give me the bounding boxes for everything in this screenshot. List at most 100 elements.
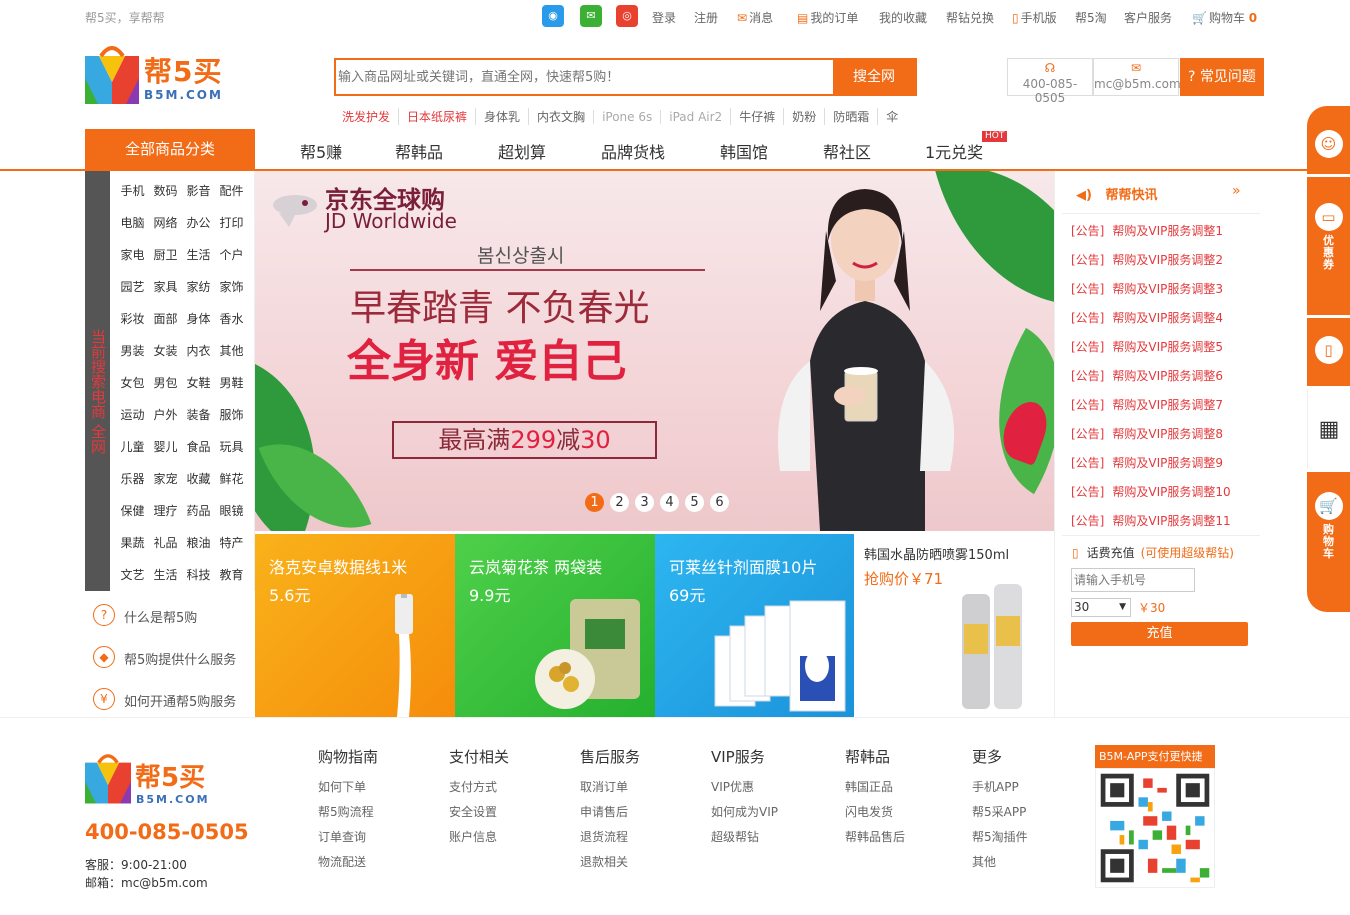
hero-banner[interactable]: 京东全球购 JD Worldwide 봄신상출시 早春踏青 不负春光 全身新 爱…	[255, 171, 1054, 531]
hot-word[interactable]: 伞	[877, 108, 906, 125]
register-link[interactable]: 注册	[694, 9, 718, 26]
category-link[interactable]: 内衣	[182, 342, 215, 359]
footer-link[interactable]: 订单查询	[318, 825, 438, 850]
customer-service-link[interactable]: 客户服务	[1124, 9, 1172, 26]
footer-link[interactable]: 帮5淘插件	[972, 825, 1092, 850]
news-item[interactable]: [公告] 帮购及VIP服务调整1	[1071, 222, 1223, 239]
site-logo[interactable]	[85, 44, 139, 104]
category-link[interactable]: 礼品	[149, 534, 182, 551]
footer-link[interactable]: 帮韩品售后	[845, 825, 965, 850]
product-tile[interactable]: 韩国水晶防晒喷雾150ml 抢购价￥71	[854, 534, 1054, 717]
category-link[interactable]: 男包	[149, 374, 182, 391]
wechat-icon[interactable]: ✉	[580, 5, 602, 27]
footer-link[interactable]: 手机APP	[972, 775, 1092, 800]
category-link[interactable]: 家纺	[182, 278, 215, 295]
category-link[interactable]: 香水	[215, 310, 248, 327]
category-link[interactable]: 办公	[182, 214, 215, 231]
email-contact[interactable]: ✉ mc@b5m.com	[1093, 58, 1181, 96]
favorites-link[interactable]: 我的收藏	[879, 9, 927, 26]
category-link[interactable]: 手机	[116, 182, 149, 199]
category-link[interactable]: 保健	[116, 502, 149, 519]
category-link[interactable]: 生活	[182, 246, 215, 263]
nav-item-community[interactable]: 帮社区	[823, 139, 871, 163]
category-link[interactable]: 园艺	[116, 278, 149, 295]
category-link[interactable]: 眼镜	[215, 502, 248, 519]
side-mobile-button[interactable]: ▯	[1307, 318, 1350, 386]
news-item[interactable]: [公告] 帮购及VIP服务调整4	[1071, 309, 1223, 326]
banner-page-dot[interactable]: 1	[585, 493, 604, 512]
news-item[interactable]: [公告] 帮购及VIP服务调整6	[1071, 367, 1223, 384]
category-link[interactable]: 网络	[149, 214, 182, 231]
category-link[interactable]: 果蔬	[116, 534, 149, 551]
recharge-button[interactable]: 充值	[1071, 622, 1248, 646]
category-link[interactable]: 女鞋	[182, 374, 215, 391]
category-link[interactable]: 特产	[215, 534, 248, 551]
footer-link[interactable]: 账户信息	[449, 825, 569, 850]
faq-button[interactable]: ? 常见问题	[1180, 58, 1264, 96]
category-link[interactable]: 厨卫	[149, 246, 182, 263]
footer-link[interactable]: 如何下单	[318, 775, 438, 800]
news-item[interactable]: [公告] 帮购及VIP服务调整9	[1071, 454, 1223, 471]
cart-link[interactable]: 🛒 购物车 0	[1192, 9, 1257, 26]
category-link[interactable]: 科技	[182, 566, 215, 583]
qq-icon[interactable]: ◉	[542, 5, 564, 27]
category-link[interactable]: 食品	[182, 438, 215, 455]
hot-word[interactable]: 奶粉	[783, 108, 824, 125]
footer-link[interactable]: 取消订单	[580, 775, 700, 800]
category-link[interactable]: 乐器	[116, 470, 149, 487]
category-link[interactable]: 打印	[215, 214, 248, 231]
search-button[interactable]: 搜全网	[833, 60, 915, 94]
footer-link[interactable]: 物流配送	[318, 850, 438, 875]
category-link[interactable]: 玩具	[215, 438, 248, 455]
banner-page-dot[interactable]: 4	[660, 493, 679, 512]
category-link[interactable]: 家宠	[149, 470, 182, 487]
side-avatar-button[interactable]: ☺	[1307, 106, 1350, 174]
category-link[interactable]: 彩妆	[116, 310, 149, 327]
messages-link[interactable]: ✉ 消息	[737, 9, 773, 26]
help-how-to[interactable]: ¥ 如何开通帮5购服务	[85, 678, 255, 720]
nav-item-chaohuasuan[interactable]: 超划算	[498, 139, 546, 163]
footer-link[interactable]: 支付方式	[449, 775, 569, 800]
category-link[interactable]: 装备	[182, 406, 215, 423]
side-cart-button[interactable]: 🛒 购物车	[1307, 472, 1350, 612]
category-link[interactable]: 配件	[215, 182, 248, 199]
nav-item-brand[interactable]: 品牌货栈	[601, 139, 665, 163]
category-link[interactable]: 教育	[215, 566, 248, 583]
category-link[interactable]: 儿童	[116, 438, 149, 455]
login-link[interactable]: 登录	[652, 9, 676, 26]
category-link[interactable]: 粮油	[182, 534, 215, 551]
category-link[interactable]: 户外	[149, 406, 182, 423]
category-link[interactable]: 婴儿	[149, 438, 182, 455]
category-link[interactable]: 男装	[116, 342, 149, 359]
nav-item-bhanpin[interactable]: 帮韩品	[395, 139, 443, 163]
footer-link[interactable]: VIP优惠	[711, 775, 831, 800]
nav-item-lottery[interactable]: 1元兑奖	[925, 139, 983, 163]
diamond-exchange-link[interactable]: 帮钻兑换	[946, 9, 994, 26]
category-link[interactable]: 女包	[116, 374, 149, 391]
footer-link[interactable]: 帮5购流程	[318, 800, 438, 825]
hot-word[interactable]: 日本纸尿裤	[398, 108, 475, 125]
side-coupon-button[interactable]: ▭ 优惠券	[1307, 177, 1350, 315]
category-link[interactable]: 数码	[149, 182, 182, 199]
category-link[interactable]: 个户	[215, 246, 248, 263]
category-link[interactable]: 文艺	[116, 566, 149, 583]
news-item[interactable]: [公告] 帮购及VIP服务调整11	[1071, 512, 1231, 529]
mobile-link[interactable]: ▯ 手机版	[1012, 9, 1057, 26]
category-link[interactable]: 电脑	[116, 214, 149, 231]
banner-page-dot[interactable]: 2	[610, 493, 629, 512]
hot-word[interactable]: iPad Air2	[660, 110, 730, 124]
category-link[interactable]: 运动	[116, 406, 149, 423]
category-link[interactable]: 家电	[116, 246, 149, 263]
news-item[interactable]: [公告] 帮购及VIP服务调整8	[1071, 425, 1223, 442]
orders-link[interactable]: ▤ 我的订单	[797, 9, 858, 26]
category-link[interactable]: 面部	[149, 310, 182, 327]
footer-link[interactable]: 帮5采APP	[972, 800, 1092, 825]
footer-link[interactable]: 韩国正品	[845, 775, 965, 800]
all-categories-button[interactable]: 全部商品分类	[85, 129, 255, 169]
category-link[interactable]: 男鞋	[215, 374, 248, 391]
product-tile[interactable]: 洛克安卓数据线1米 5.6元	[255, 534, 455, 717]
phone-number-input[interactable]: 请输入手机号	[1071, 568, 1195, 592]
hot-word[interactable]: 内衣文胸	[528, 108, 593, 125]
category-link[interactable]: 理疗	[149, 502, 182, 519]
hot-word[interactable]: iPone 6s	[593, 110, 660, 124]
